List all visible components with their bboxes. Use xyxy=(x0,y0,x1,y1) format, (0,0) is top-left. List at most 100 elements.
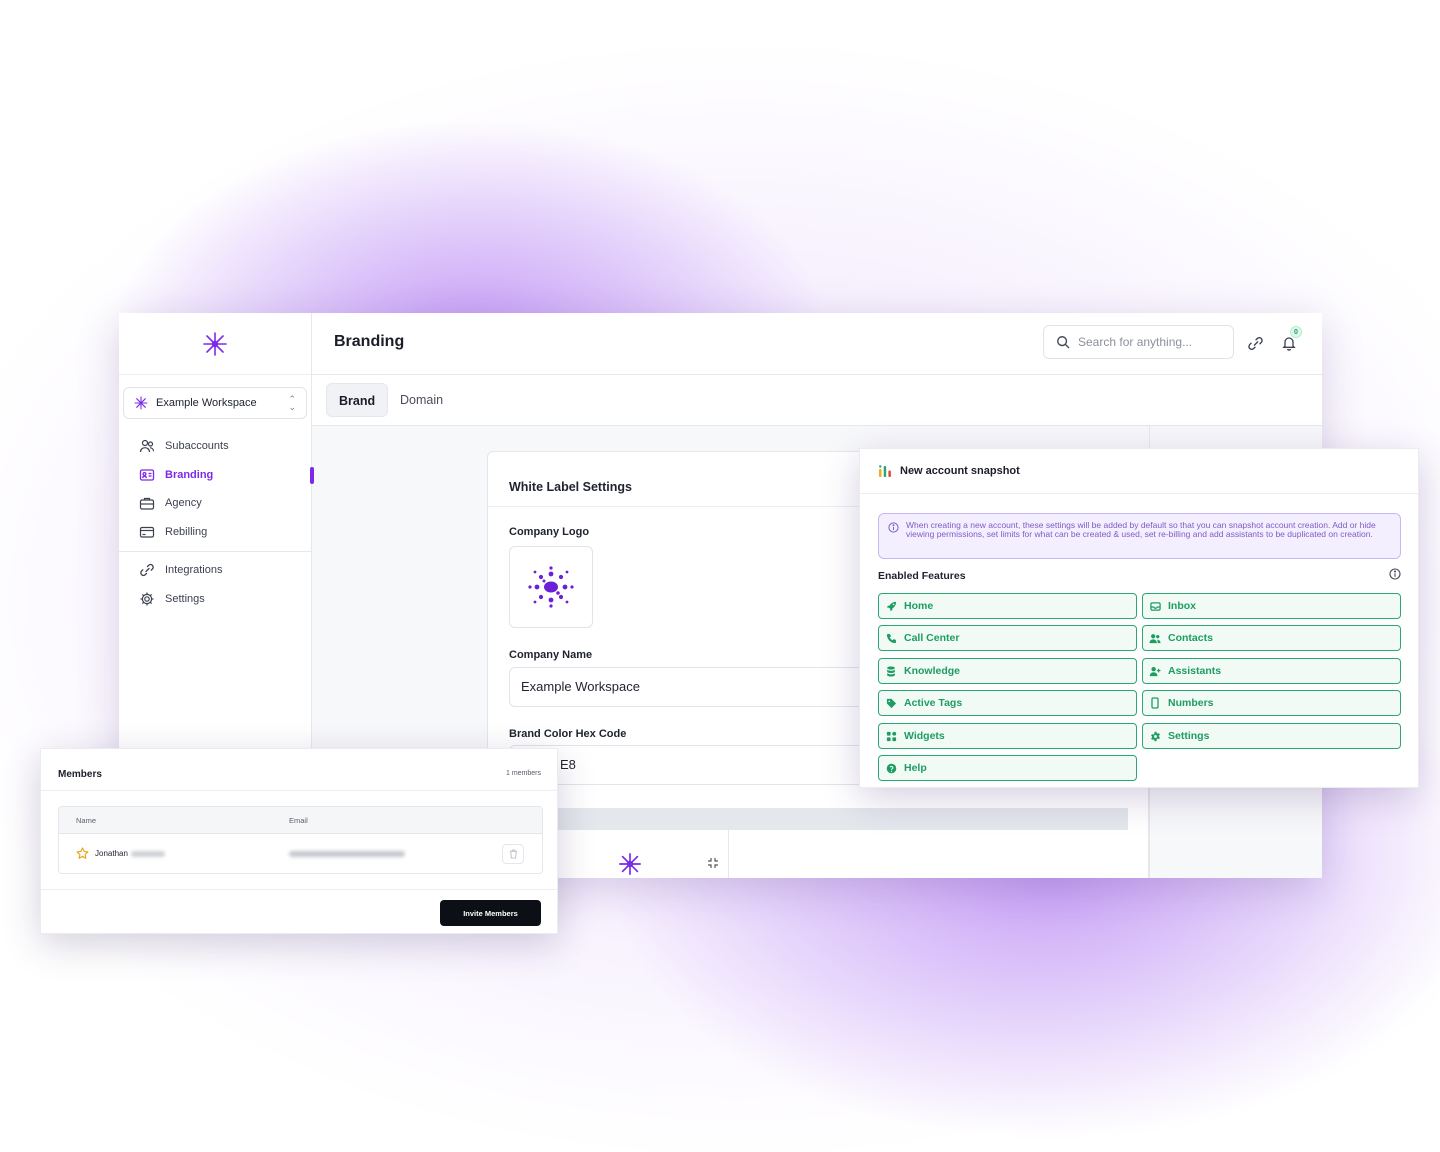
rocket-icon xyxy=(885,600,897,612)
phone-icon xyxy=(885,632,897,644)
gear-icon xyxy=(1149,730,1161,742)
table-row[interactable]: Jonathan xyxy=(59,834,542,873)
feature-toggle-assistants[interactable]: Assistants xyxy=(1142,658,1401,684)
sidebar-item-label: Subaccounts xyxy=(165,440,229,453)
feature-toggle-call-center[interactable]: Call Center xyxy=(878,625,1137,651)
members-panel: Members 1 members Name Email Jonathan In… xyxy=(40,748,558,934)
copy-link-button[interactable] xyxy=(1245,333,1265,353)
search-input[interactable] xyxy=(1078,335,1218,349)
link-icon xyxy=(1247,336,1263,350)
sidebar-item-integrations[interactable]: Integrations xyxy=(119,556,312,585)
sidebar-item-label: Integrations xyxy=(165,564,223,577)
preview-sidebar xyxy=(488,830,1128,878)
new-account-snapshot-panel: New account snapshot When creating a new… xyxy=(859,448,1419,788)
feature-label: Numbers xyxy=(1168,697,1214,709)
workspace-logo-icon xyxy=(134,396,148,410)
sidebar-item-agency[interactable]: Agency xyxy=(119,489,312,518)
sidebar-item-label: Agency xyxy=(165,497,202,510)
sidebar-item-label: Rebilling xyxy=(165,525,208,538)
preview-header-strip xyxy=(488,808,1128,830)
top-bar: Branding 0 xyxy=(312,313,1322,375)
feature-label: Inbox xyxy=(1168,600,1196,612)
feature-toggle-active-tags[interactable]: Active Tags xyxy=(878,690,1137,716)
members-table-header: Name Email xyxy=(59,807,542,834)
star-icon[interactable] xyxy=(76,847,89,860)
sidebar-item-subaccounts[interactable]: Subaccounts xyxy=(119,432,312,461)
feature-toggle-settings[interactable]: Settings xyxy=(1142,723,1401,749)
search-box[interactable] xyxy=(1043,325,1234,359)
member-last-name-redacted xyxy=(130,850,165,857)
members-count: 1 members xyxy=(505,770,541,777)
feature-toggle-widgets[interactable]: Widgets xyxy=(878,723,1137,749)
card-title: White Label Settings xyxy=(509,480,632,494)
workspace-switcher[interactable]: Example Workspace ⌃ ⌄ xyxy=(123,387,307,419)
column-header-name: Name xyxy=(76,816,97,825)
tag-icon xyxy=(885,697,897,709)
help-icon xyxy=(885,762,897,774)
snapshot-info-banner: When creating a new account, these setti… xyxy=(878,513,1401,559)
link-icon xyxy=(140,564,154,577)
credit-card-icon xyxy=(139,526,155,538)
preview-divider xyxy=(728,830,729,878)
members-table: Name Email Jonathan xyxy=(58,806,543,874)
page-title: Branding xyxy=(334,333,405,350)
feature-label: Home xyxy=(904,600,934,612)
company-logo-label: Company Logo xyxy=(509,526,590,538)
feature-label: Assistants xyxy=(1168,665,1222,677)
feature-label: Help xyxy=(904,762,927,774)
snapshot-header: New account snapshot xyxy=(860,449,1418,494)
enabled-features-label: Enabled Features xyxy=(878,570,966,582)
feature-label: Widgets xyxy=(904,730,945,742)
users-icon xyxy=(139,440,155,453)
delete-member-button[interactable] xyxy=(502,844,524,864)
chevron-updown-icon: ⌃ ⌄ xyxy=(288,394,296,412)
app-logo[interactable] xyxy=(119,313,311,375)
info-icon[interactable] xyxy=(1389,568,1401,580)
notification-badge: 0 xyxy=(1290,326,1302,338)
members-divider xyxy=(41,790,557,791)
snapshot-title: New account snapshot xyxy=(900,465,1020,477)
briefcase-icon xyxy=(139,498,155,510)
feature-toggle-home[interactable]: Home xyxy=(878,593,1137,619)
search-icon xyxy=(1057,336,1070,349)
feature-toggle-inbox[interactable]: Inbox xyxy=(1142,593,1401,619)
tab-brand[interactable]: Brand xyxy=(326,383,389,417)
preview-logo-icon xyxy=(619,853,641,875)
feature-toggle-knowledge[interactable]: Knowledge xyxy=(878,658,1137,684)
members-footer-divider xyxy=(41,889,557,890)
contacts-icon xyxy=(1149,632,1161,644)
feature-toggle-numbers[interactable]: Numbers xyxy=(1142,690,1401,716)
members-title: Members xyxy=(58,769,102,780)
gear-icon xyxy=(140,592,154,606)
sidebar-item-label: Branding xyxy=(165,468,214,481)
member-name: Jonathan xyxy=(95,849,165,858)
database-icon xyxy=(885,665,897,677)
user-plus-icon xyxy=(1149,665,1161,677)
invite-members-button[interactable]: Invite Members xyxy=(440,900,541,926)
workspace-name: Example Workspace xyxy=(156,397,257,409)
feature-toggle-contacts[interactable]: Contacts xyxy=(1142,625,1401,651)
notifications-button[interactable]: 0 xyxy=(1279,326,1302,353)
tab-domain[interactable]: Domain xyxy=(388,383,455,417)
snapshot-bars-icon xyxy=(879,465,891,477)
spark-logo-icon xyxy=(203,331,227,356)
sidebar-item-branding[interactable]: Branding xyxy=(119,461,314,490)
sidebar-item-rebilling[interactable]: Rebilling xyxy=(119,518,312,547)
company-logo-icon xyxy=(528,566,574,608)
feature-label: Knowledge xyxy=(904,665,961,677)
sidebar-divider xyxy=(119,551,312,552)
company-logo-upload[interactable] xyxy=(509,546,593,628)
inbox-icon xyxy=(1149,600,1161,612)
feature-label: Call Center xyxy=(904,632,960,644)
id-card-icon xyxy=(139,469,155,481)
sidebar-item-label: Settings xyxy=(165,592,205,605)
feature-toggle-help[interactable]: Help xyxy=(878,755,1137,781)
sidebar-nav-secondary: Integrations Settings xyxy=(119,556,312,613)
widgets-icon xyxy=(885,730,897,742)
trash-icon xyxy=(509,849,517,859)
feature-label: Contacts xyxy=(1168,632,1213,644)
feature-label: Active Tags xyxy=(904,697,963,709)
sidebar-item-settings[interactable]: Settings xyxy=(119,585,312,614)
tab-bar: Brand Domain xyxy=(312,375,1322,426)
collapse-icon[interactable] xyxy=(707,857,719,869)
